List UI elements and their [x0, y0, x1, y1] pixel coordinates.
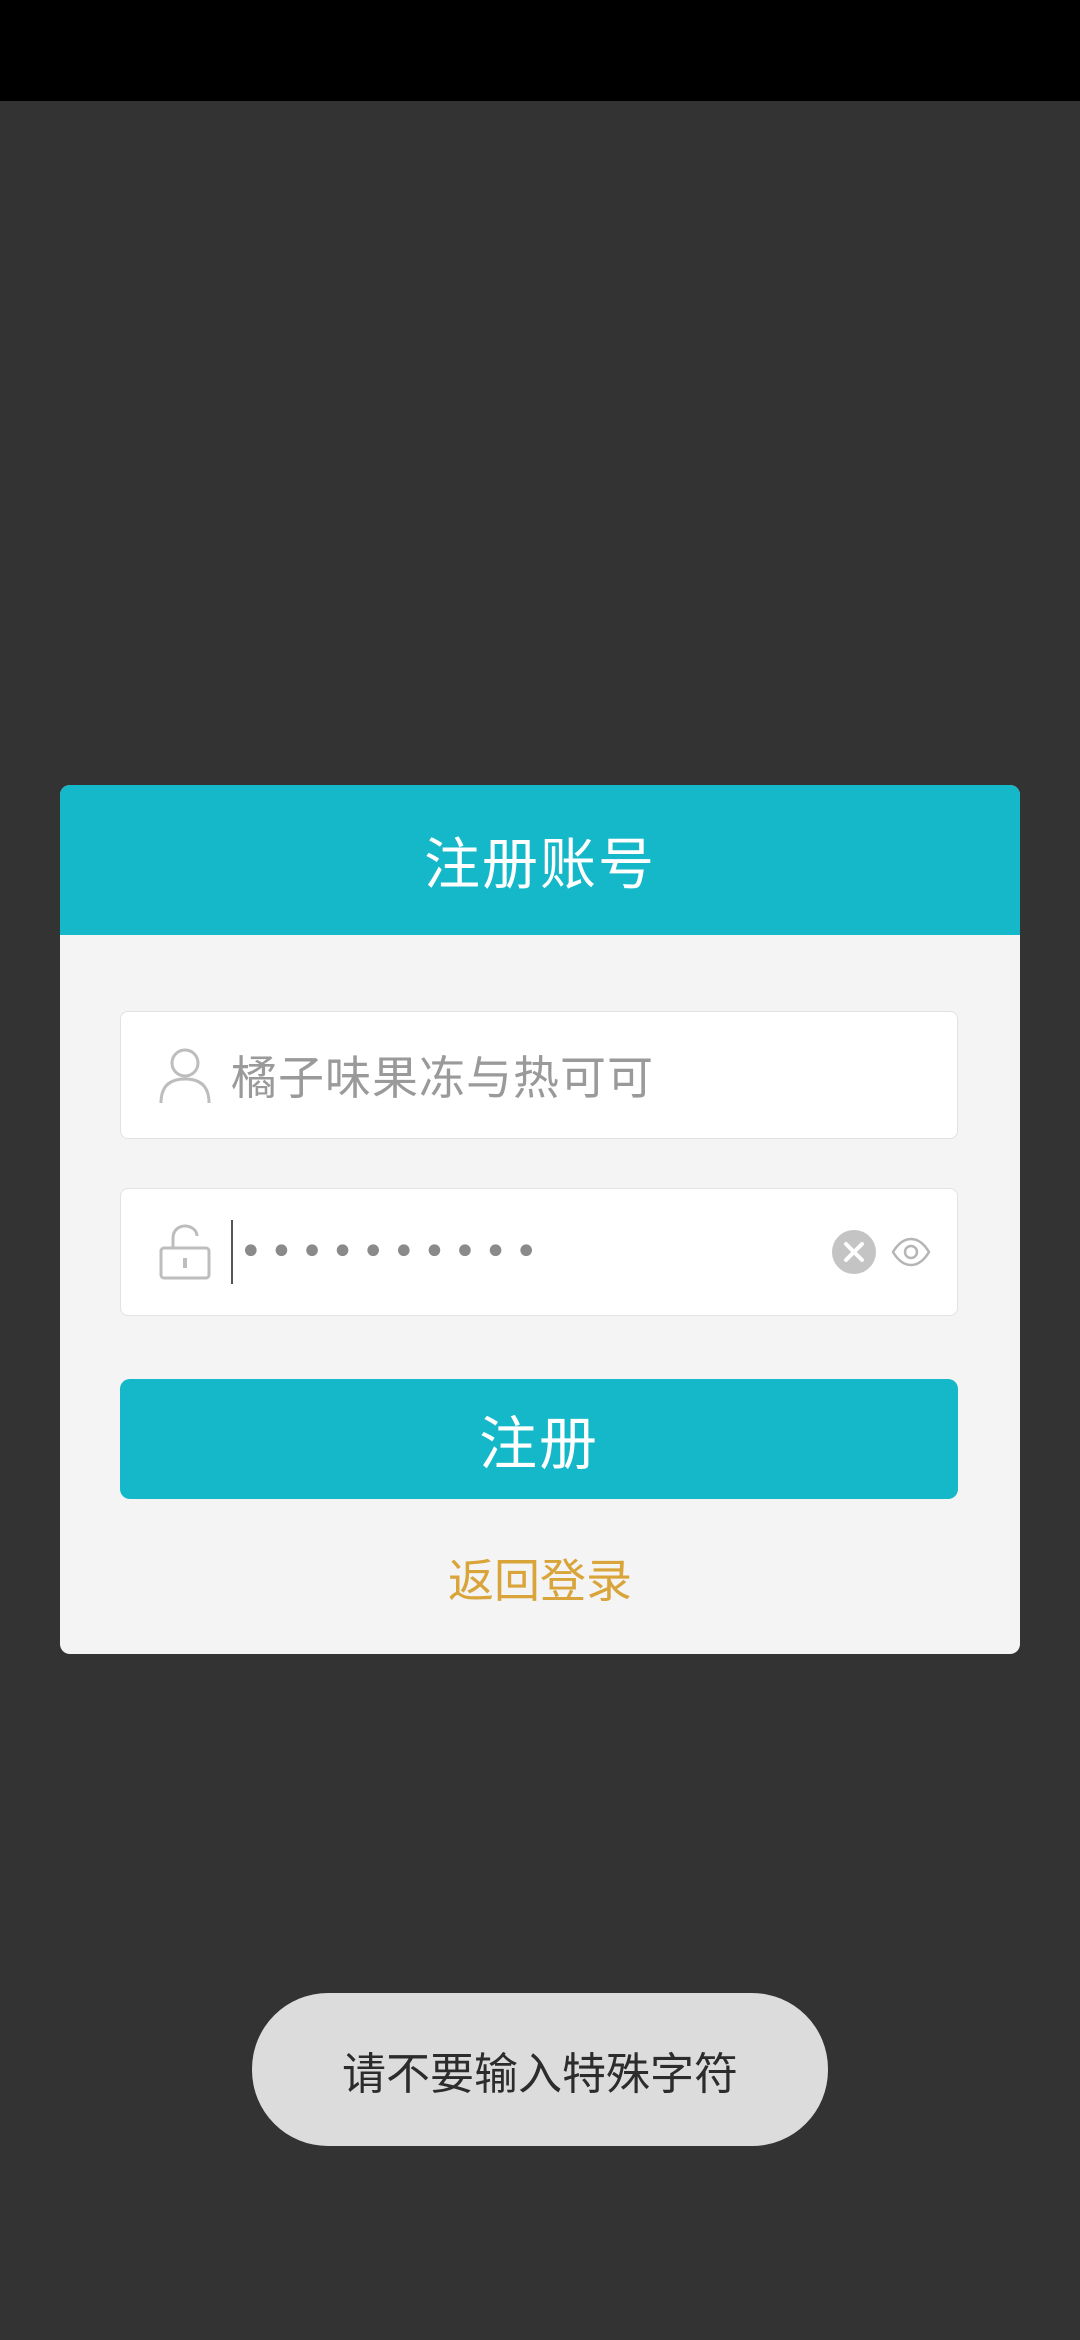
- username-field[interactable]: 橘子味果冻与热可可: [120, 1011, 958, 1139]
- toast-message: 请不要输入特殊字符: [252, 1993, 828, 2146]
- password-field[interactable]: ••••••••••: [120, 1188, 958, 1316]
- register-dialog: 注册账号 橘子味果冻与热可可 •••••••••• 注册 返回登录: [60, 785, 1020, 1654]
- toast-text: 请不要输入特殊字符: [342, 2048, 738, 2100]
- text-caret: [231, 1220, 233, 1284]
- user-icon: [153, 1043, 217, 1107]
- dialog-header: 注册账号: [60, 785, 1020, 935]
- register-button[interactable]: 注册: [120, 1379, 958, 1499]
- password-input[interactable]: ••••••••••: [239, 1229, 831, 1275]
- username-input[interactable]: 橘子味果冻与热可可: [231, 1042, 654, 1108]
- unlock-icon: [153, 1220, 217, 1284]
- status-bar: [0, 0, 1080, 101]
- back-to-login-link[interactable]: 返回登录: [60, 1545, 1020, 1611]
- eye-icon[interactable]: [891, 1232, 931, 1272]
- clear-icon[interactable]: [831, 1229, 877, 1275]
- dialog-title: 注册账号: [424, 832, 656, 898]
